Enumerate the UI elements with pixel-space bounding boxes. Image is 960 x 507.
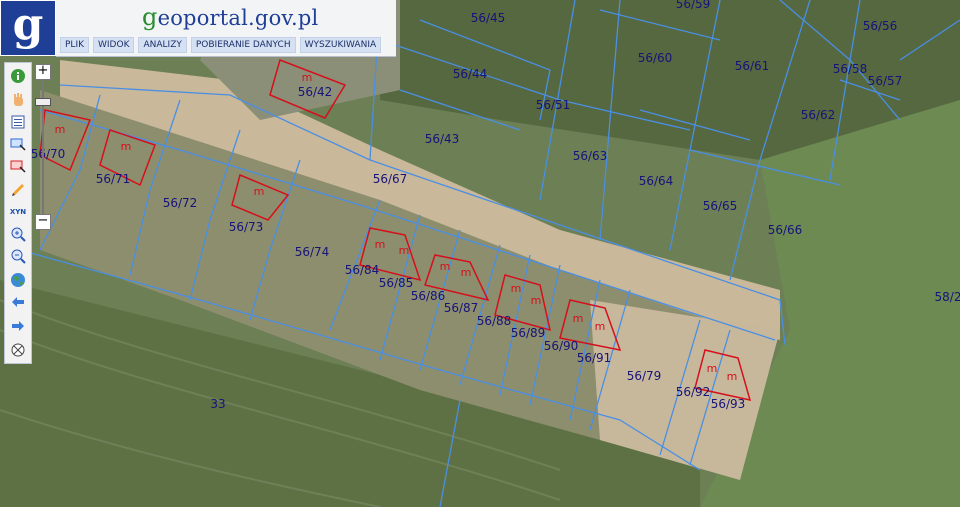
parcel-label[interactable]: 56/65 — [703, 199, 738, 213]
parcel-label[interactable]: 56/56 — [863, 19, 898, 33]
building-label: m — [375, 238, 386, 251]
parcel-label[interactable]: 56/79 — [627, 369, 662, 383]
building-label: m — [55, 123, 66, 136]
parcel-label[interactable]: 56/84 — [345, 263, 380, 277]
building-label: m — [573, 312, 584, 325]
parcel-label[interactable]: 56/45 — [471, 11, 506, 25]
building-label: m — [302, 71, 313, 84]
parcel-label[interactable]: 56/42 — [298, 85, 333, 99]
building-label: m — [595, 320, 606, 333]
app-header: g geoportal.gov.pl PLIK WIDOK ANALIZY PO… — [0, 0, 396, 57]
parcel-label[interactable]: 58/2 — [935, 290, 960, 304]
globe-icon[interactable] — [9, 271, 27, 289]
parcel-label[interactable]: 56/44 — [453, 67, 488, 81]
building-label: m — [399, 244, 410, 257]
parcel-label[interactable]: 56/67 — [373, 172, 408, 186]
zoom-in-icon[interactable] — [9, 225, 27, 243]
pan-hand-icon[interactable] — [9, 91, 27, 109]
previous-view-arrow-icon[interactable] — [9, 293, 27, 311]
parcel-label[interactable]: 56/71 — [96, 172, 131, 186]
next-view-arrow-icon[interactable] — [9, 317, 27, 335]
site-title: geoportal.gov.pl — [142, 3, 318, 31]
building-label: m — [511, 282, 522, 295]
parcel-label[interactable]: 56/57 — [868, 74, 903, 88]
site-title-rest: eoportal.gov.pl — [157, 6, 319, 30]
parcel-label[interactable]: 56/59 — [676, 0, 711, 11]
parcel-label[interactable]: 56/87 — [444, 301, 479, 315]
parcel-label[interactable]: 56/93 — [711, 397, 746, 411]
coordinates-icon[interactable]: XYN — [9, 203, 27, 221]
zoom-in-button[interactable]: + — [35, 64, 51, 80]
parcel-label[interactable]: 56/85 — [379, 276, 414, 290]
geoportal-logo[interactable]: g — [0, 0, 56, 56]
parcel-label[interactable]: 56/63 — [573, 149, 608, 163]
parcel-label[interactable]: 56/58 — [833, 62, 868, 76]
parcel-label[interactable]: 56/90 — [544, 339, 579, 353]
parcel-label[interactable]: 56/66 — [768, 223, 803, 237]
title-bar: geoportal.gov.pl PLIK WIDOK ANALIZY POBI… — [56, 0, 396, 57]
parcel-label[interactable]: 56/73 — [229, 220, 264, 234]
menu-wyszukiwania[interactable]: WYSZUKIWANIA — [299, 37, 382, 53]
zoom-out-icon[interactable] — [9, 247, 27, 265]
parcel-label[interactable]: 56/62 — [801, 108, 836, 122]
menu-widok[interactable]: WIDOK — [93, 37, 135, 53]
clear-selection-icon[interactable] — [9, 157, 27, 175]
parcel-label[interactable]: 56/61 — [735, 59, 770, 73]
zoom-slider[interactable]: + − — [35, 64, 51, 230]
parcel-label[interactable]: 56/72 — [163, 196, 198, 210]
zoom-out-button[interactable]: − — [35, 214, 51, 230]
map-canvas[interactable]: mmmmmmmmmmmmmm 56/4556/5956/5656/4156/44… — [0, 0, 960, 507]
parcel-label[interactable]: 56/51 — [536, 98, 571, 112]
parcel-label[interactable]: 56/88 — [477, 314, 512, 328]
info-icon[interactable] — [9, 67, 27, 85]
parcel-label[interactable]: 56/43 — [425, 132, 460, 146]
building-label: m — [121, 140, 132, 153]
menu-analizy[interactable]: ANALIZY — [138, 37, 187, 53]
main-menu: PLIK WIDOK ANALIZY POBIERANIE DANYCH WYS… — [60, 37, 382, 53]
menu-plik[interactable]: PLIK — [60, 37, 89, 53]
building-label: m — [727, 370, 738, 383]
parcel-label[interactable]: 56/74 — [295, 245, 330, 259]
parcel-label[interactable]: 56/92 — [676, 385, 711, 399]
building-label: m — [707, 362, 718, 375]
parcel-label[interactable]: 56/64 — [639, 174, 674, 188]
building-label: m — [254, 185, 265, 198]
parcel-label[interactable]: 56/91 — [577, 351, 612, 365]
zoom-handle[interactable] — [35, 98, 51, 106]
building-label: m — [461, 266, 472, 279]
parcel-label[interactable]: 56/89 — [511, 326, 546, 340]
logo-letter: g — [12, 0, 44, 50]
layers-list-icon[interactable] — [9, 113, 27, 131]
pencil-icon[interactable] — [9, 179, 27, 197]
full-extent-icon[interactable] — [9, 341, 27, 359]
select-rectangle-icon[interactable] — [9, 135, 27, 153]
parcel-label[interactable]: 56/86 — [411, 289, 446, 303]
parcel-label[interactable]: 33 — [210, 397, 225, 411]
site-title-initial: g — [142, 3, 158, 31]
menu-pobieranie-danych[interactable]: POBIERANIE DANYCH — [190, 37, 296, 53]
left-toolbar: XYN — [4, 62, 32, 364]
building-label: m — [531, 294, 542, 307]
parcel-label[interactable]: 56/60 — [638, 51, 673, 65]
building-label: m — [440, 260, 451, 273]
